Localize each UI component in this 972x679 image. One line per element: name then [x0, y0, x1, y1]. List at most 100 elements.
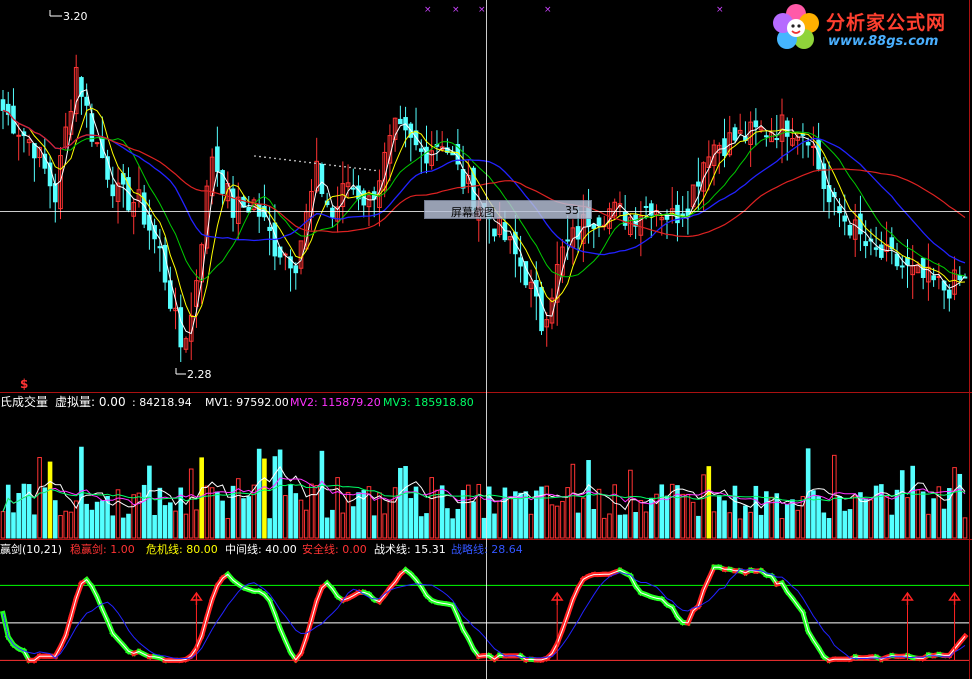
volume-bar — [455, 508, 461, 539]
price-candle-body — [424, 146, 429, 164]
volume-bar — [52, 500, 58, 539]
volume-bar — [764, 491, 769, 539]
volume-bar — [758, 514, 764, 539]
price-candle-body — [696, 181, 701, 187]
volume-bar — [152, 514, 157, 539]
volume-bar — [607, 513, 612, 539]
price-candle-body — [764, 135, 769, 138]
volume-bar — [497, 500, 502, 539]
legend-strategic-line: 战略线: 28.64 — [451, 542, 523, 556]
volume-bar — [120, 517, 126, 539]
price-candle-body — [931, 275, 936, 281]
volume-bar — [926, 513, 931, 539]
volume-bar — [586, 460, 591, 539]
price-candle-body — [330, 207, 335, 218]
volume-bar — [701, 474, 706, 539]
price-candle-body — [398, 118, 403, 125]
price-candle-body — [492, 228, 497, 237]
volume-bar — [732, 485, 738, 539]
ma-line-blue — [2, 109, 966, 264]
volume-bar — [115, 489, 121, 539]
volume-bar — [460, 490, 466, 539]
volume-bar — [690, 501, 696, 539]
svg-text:×: × — [478, 5, 486, 15]
volume-bar — [392, 487, 398, 539]
volume-bar — [743, 505, 748, 539]
volume-bar — [554, 505, 560, 539]
volume-bar — [748, 511, 753, 539]
price-candle-body — [84, 96, 89, 106]
volume-bar — [5, 484, 11, 539]
volume-bar — [821, 512, 827, 539]
volume-bar — [737, 518, 743, 539]
tactical-line — [2, 566, 966, 661]
volume-bar — [235, 478, 241, 539]
price-candle-body — [575, 226, 581, 240]
volume-bar — [466, 484, 471, 539]
volume-bar — [445, 508, 450, 539]
indicator-panel — [0, 563, 969, 664]
volume-bar — [215, 491, 220, 539]
price-candle-body — [591, 223, 597, 229]
svg-text:×: × — [424, 5, 432, 15]
volume-bar — [303, 509, 309, 539]
volume-bar — [241, 498, 246, 539]
price-candle-body — [753, 120, 759, 128]
volume-bar — [868, 499, 874, 539]
volume-bar — [659, 484, 665, 539]
volume-bar — [335, 477, 340, 539]
volume-bar — [267, 518, 272, 539]
volume-bar — [288, 484, 293, 539]
volume-bar — [847, 509, 853, 539]
volume-bar — [225, 518, 231, 539]
volume-bar — [183, 513, 189, 539]
price-candle-body — [319, 163, 325, 195]
volume-bar — [863, 498, 868, 539]
volume-bar — [350, 506, 356, 539]
volume-bar — [272, 456, 278, 539]
volume-bar — [330, 509, 335, 539]
volume-bar — [439, 485, 445, 539]
volume-bar — [382, 513, 387, 539]
price-candle-body — [847, 224, 853, 236]
volume-bar — [947, 488, 952, 539]
volume-bar — [63, 510, 69, 539]
volume-bar — [957, 473, 963, 539]
volume-bar — [403, 466, 408, 539]
volume-bar — [84, 503, 89, 539]
legend-crisis-line: 危机线: 80.00 — [146, 542, 218, 556]
volume-bar — [596, 488, 602, 539]
volume-bar — [387, 499, 393, 539]
indicator-name: 赢剑(10,21) — [0, 542, 62, 556]
price-candle-body — [293, 265, 299, 274]
price-candle-body — [784, 120, 790, 137]
volume-bar — [476, 483, 482, 539]
volume-bar — [507, 496, 513, 539]
price-candle-body — [774, 138, 780, 141]
price-candle-body — [157, 246, 163, 249]
volume-bar — [58, 515, 63, 539]
price-candle-body — [879, 244, 884, 258]
volume-bar — [884, 495, 889, 539]
strategic-line — [2, 568, 966, 660]
legend-volume: : 84218.94 — [132, 396, 192, 409]
volume-bar — [784, 504, 790, 539]
price-candle-body — [350, 187, 356, 190]
volume-bar — [528, 513, 534, 539]
volume-bar — [779, 518, 785, 539]
volume-bar — [601, 517, 607, 539]
legend-mv3: MV3: 185918.80 — [383, 396, 474, 409]
volume-panel — [0, 446, 968, 539]
volume-bar — [168, 502, 173, 539]
volume-bar — [711, 511, 717, 539]
legend-wenying: 稳赢剑: 1.00 — [70, 542, 135, 556]
volume-bar — [309, 483, 314, 539]
volume-bar — [377, 492, 382, 539]
volume-bar — [492, 513, 497, 539]
site-logo[interactable]: 分析家公式网 www.88gs.com — [770, 2, 970, 56]
volume-bar — [628, 469, 633, 539]
volume-bar — [408, 498, 414, 539]
volume-bar — [418, 516, 424, 539]
volume-bar — [638, 499, 644, 539]
volume-bar — [141, 484, 147, 539]
